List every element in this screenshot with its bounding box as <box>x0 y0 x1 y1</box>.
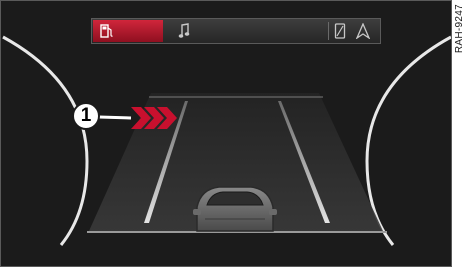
music-note-icon <box>178 23 190 38</box>
top-info-bar <box>91 18 381 44</box>
phone-icon <box>334 23 346 39</box>
instrument-cluster-display: 1 <box>0 0 452 267</box>
navigation-arrow-icon <box>356 23 370 39</box>
left-gauge-arc <box>2 35 89 246</box>
reference-code: RAH-9247 <box>454 4 465 54</box>
callout-number: 1 <box>72 102 100 130</box>
fuel-pump-icon <box>100 24 113 38</box>
right-gauge-arc <box>365 35 451 246</box>
vehicle-icon <box>193 186 277 232</box>
separator <box>328 22 329 40</box>
callout-leader-line <box>98 115 132 120</box>
